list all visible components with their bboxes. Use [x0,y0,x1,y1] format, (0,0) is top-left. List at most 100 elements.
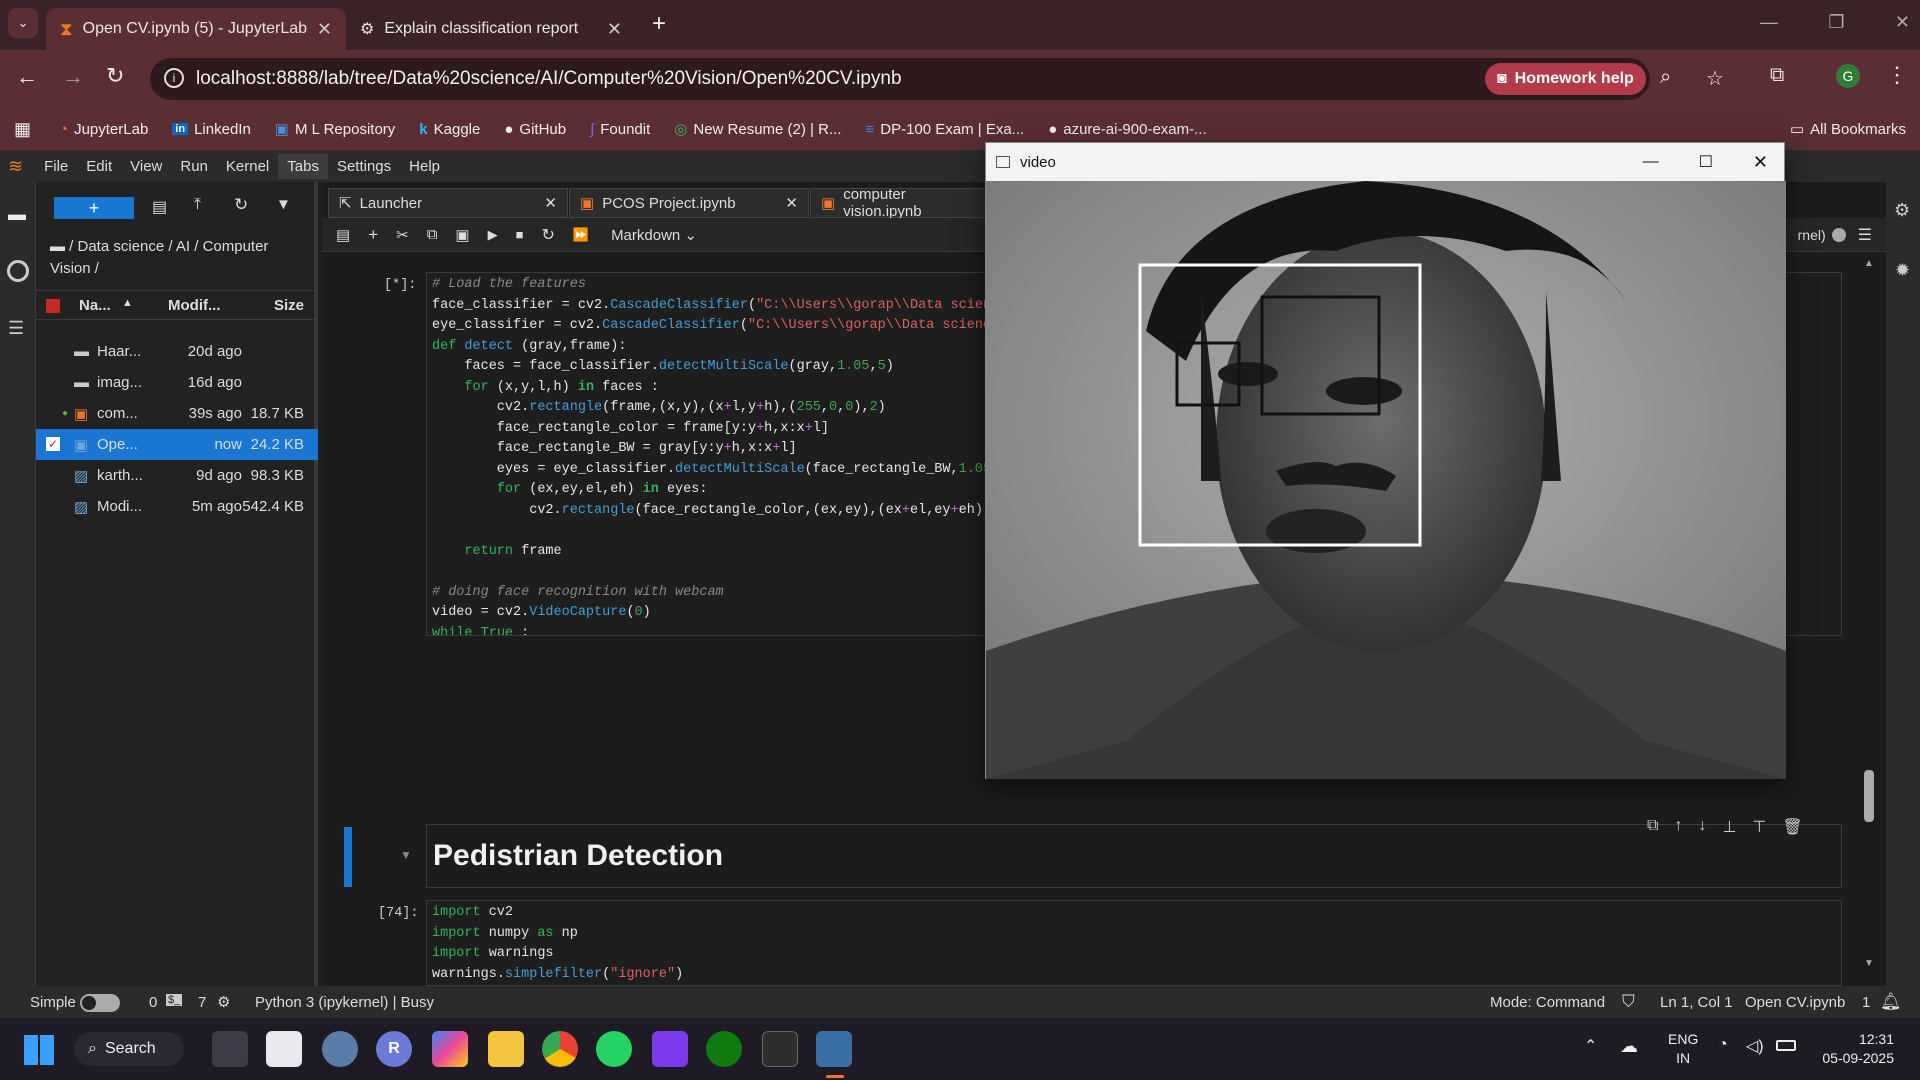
code-cell[interactable]: import cv2 import numpy as np import war… [426,900,1842,986]
bookmark-resume[interactable]: ◎ New Resume (2) | R... [674,120,841,139]
windows-start-icon[interactable] [24,1035,54,1065]
bookmark-dp100[interactable]: ≡ DP-100 Exam | Exa... [865,121,1024,138]
weather-icon[interactable] [322,1031,358,1067]
running-icon[interactable] [7,260,29,282]
simple-mode-toggle[interactable] [80,994,120,1012]
minimize-icon[interactable]: — [1760,12,1778,33]
task-view-icon[interactable] [212,1031,248,1067]
purple-app-icon[interactable] [652,1031,688,1067]
onedrive-icon[interactable]: ☁ [1620,1036,1638,1057]
maximize-icon[interactable]: ☐ [1699,152,1713,172]
file-row[interactable]: ▬ imag... 16d ago [36,367,318,398]
whatsapp-icon[interactable] [596,1031,632,1067]
close-window-icon[interactable]: ✕ [1753,152,1768,173]
terminals-count[interactable]: 0 [149,994,157,1011]
kernel-status[interactable]: Python 3 (ipykernel) | Busy [255,994,434,1011]
kernels-count[interactable]: 7 [198,994,206,1011]
clock[interactable]: 12:31 05-09-2025 [1806,1030,1894,1068]
close-tab-icon[interactable]: ✕ [607,19,622,40]
column-modified[interactable]: Modif... [168,297,221,314]
reload-icon[interactable]: ↻ [106,63,124,89]
browser-tab-jupyter[interactable]: ⧗ Open CV.ipynb (5) - JupyterLab ✕ [46,8,346,50]
trust-shield-icon[interactable]: ⛉ [1622,992,1635,1012]
select-all-checkbox[interactable] [46,299,60,313]
wifi-icon[interactable]: ◔ [1718,1036,1728,1054]
all-bookmarks[interactable]: ▭ All Bookmarks [1790,120,1906,139]
insert-cell-icon[interactable]: + [368,225,378,245]
scroll-down-icon[interactable]: ▼ [1864,958,1874,969]
scroll-up-icon[interactable]: ▲ [1864,258,1874,269]
run-icon[interactable]: ▶ [488,227,498,243]
scrollbar[interactable]: ▲ ▼ [1862,258,1876,978]
menu-icon[interactable]: ⋮ [1886,62,1908,88]
notification-count[interactable]: 1 [1862,994,1870,1011]
r-app-icon[interactable]: R [376,1031,412,1067]
move-up-icon[interactable]: ↑ [1674,817,1682,837]
close-tab-icon[interactable]: ✕ [785,194,798,212]
bookmark-ml-repository[interactable]: ▣ M L Repository [275,120,396,139]
store-icon[interactable] [266,1031,302,1067]
doc-tab-launcher[interactable]: ⇱ Launcher ✕ [328,188,568,218]
battery-icon[interactable] [1776,1040,1796,1051]
tab-search-button[interactable]: ⌄ [8,8,38,38]
browser-tab-chatgpt[interactable]: ⚙ Explain classification report ✕ [346,8,636,50]
delete-icon[interactable]: 🗑 [1782,817,1802,837]
menu-help[interactable]: Help [400,154,449,179]
new-launcher-button[interactable]: + [54,197,134,219]
volume-icon[interactable]: ◁) [1746,1036,1764,1056]
filter-icon[interactable]: ▼ [276,196,291,213]
cell-type-select[interactable]: Markdown ⌄ [611,226,697,244]
bookmark-jupyterlab[interactable]: ◔ JupyterLab [59,121,148,138]
menu-view[interactable]: View [121,154,171,179]
insert-below-icon[interactable]: ⊤ [1752,817,1766,837]
python-app-icon[interactable] [816,1031,852,1067]
back-icon[interactable]: ← [16,64,38,90]
menu-edit[interactable]: Edit [77,154,121,179]
insert-above-icon[interactable]: ⊥ [1722,817,1736,837]
code-editor[interactable]: import cv2 import numpy as np import war… [427,901,1841,985]
save-icon[interactable]: ▤ [336,226,350,244]
tray-chevron-icon[interactable]: ⌃ [1584,1036,1597,1056]
close-tab-icon[interactable]: ✕ [544,194,557,212]
upload-icon[interactable]: ⤒ [194,196,201,214]
profile-avatar[interactable]: G [1836,64,1860,88]
chrome-icon[interactable] [542,1031,578,1067]
menu-kernel[interactable]: Kernel [217,154,278,179]
terminal-app-icon[interactable] [762,1031,798,1067]
file-row[interactable]: ▬ Haar... 20d ago [36,336,318,367]
file-browser-icon[interactable]: ▬ [8,204,26,225]
menu-run[interactable]: Run [171,154,217,179]
kernel-name[interactable]: rnel) [1798,227,1826,243]
bookmark-foundit[interactable]: ∫ Foundit [590,121,650,138]
extensions-icon[interactable]: ⧉ [1770,64,1784,87]
restart-icon[interactable]: ↻ [541,225,554,245]
notebook-menu-icon[interactable]: ☰ [1858,225,1872,245]
column-size[interactable]: Size [274,297,304,314]
forward-icon[interactable]: → [62,64,84,90]
bookmark-star-icon[interactable]: ☆ [1706,66,1724,91]
column-name[interactable]: Na... [79,297,111,314]
file-row[interactable]: ● ▣ com... 39s ago 18.7 KB [36,398,318,429]
debugger-icon[interactable]: ✹ [1895,260,1910,281]
minimize-icon[interactable]: — [1643,153,1659,171]
refresh-icon[interactable]: ↻ [234,195,248,215]
address-bar[interactable]: i localhost:8888/lab/tree/Data%20science… [150,58,1724,100]
bell-icon[interactable]: 🔔︎ [1880,992,1902,1012]
markdown-cell[interactable]: Pedistrian Detection ⧉ ↑ ↓ ⊥ ⊤ 🗑 [426,817,1842,888]
cursor-position[interactable]: Ln 1, Col 1 [1660,994,1733,1011]
copy-icon[interactable]: ⧉ [427,226,438,243]
doc-tab-computer-vision[interactable]: ▣ computer vision.ipynb [810,186,990,220]
file-explorer-icon[interactable] [488,1031,524,1067]
fast-forward-icon[interactable]: ⏩ [573,227,589,243]
file-row[interactable]: ▨ Modi... 5m ago 542.4 KB [36,491,318,522]
bookmark-kaggle[interactable]: k Kaggle [419,121,480,138]
close-window-icon[interactable]: ✕ [1895,12,1910,33]
move-down-icon[interactable]: ↓ [1698,817,1706,837]
paste-icon[interactable]: ▣ [455,226,469,244]
cut-icon[interactable]: ✂ [396,226,409,244]
file-row[interactable]: ✓ ▣ Ope... now 24.2 KB [36,429,318,460]
bookmark-linkedin[interactable]: in LinkedIn [172,121,251,138]
stop-icon[interactable]: ■ [516,227,524,242]
duplicate-icon[interactable]: ⧉ [1647,817,1658,837]
bookmark-azure[interactable]: ● azure-ai-900-exam-... [1048,121,1206,138]
